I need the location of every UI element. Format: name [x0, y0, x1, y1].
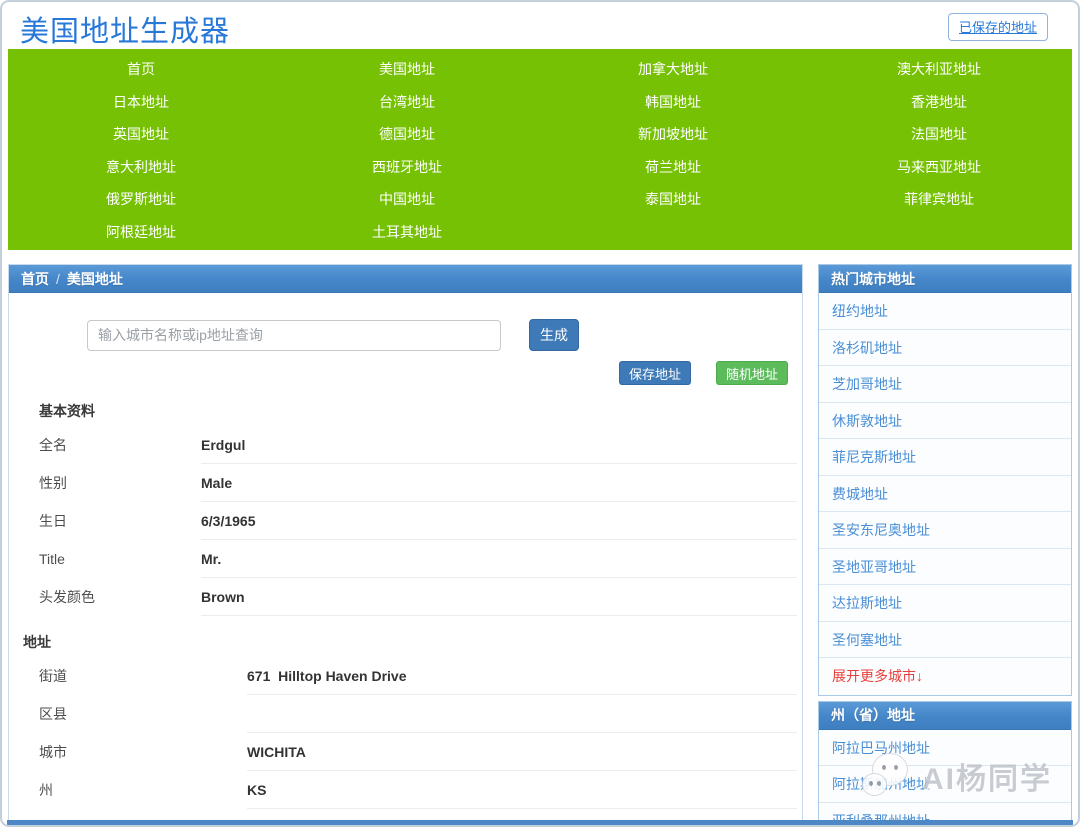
field-row-fullname: 全名 Erdgul [9, 426, 802, 464]
nav-item-argentina[interactable]: 阿根廷地址 [8, 222, 274, 242]
main-panel: 首页 / 美国地址 生成 保存地址 随机地址 基本资料 全名 Erdgul 性别… [8, 264, 803, 827]
search-row: 生成 [87, 319, 802, 351]
states-header: 州（省）地址 [819, 702, 1071, 730]
hot-cities-panel: 热门城市地址 纽约地址 洛杉矶地址 芝加哥地址 休斯敦地址 菲尼克斯地址 费城地… [818, 264, 1072, 696]
field-row-haircolor: 头发颜色 Brown [9, 578, 802, 616]
breadcrumb-separator: / [56, 271, 60, 287]
nav-item-spain[interactable]: 西班牙地址 [274, 157, 540, 177]
field-label: 性别 [9, 464, 201, 502]
site-header: 美国地址生成器 已保存的地址 [8, 2, 1072, 49]
sidebar-item-newyork[interactable]: 纽约地址 [819, 293, 1071, 330]
sidebar-item-losangeles[interactable]: 洛杉矶地址 [819, 330, 1071, 367]
sidebar: 热门城市地址 纽约地址 洛杉矶地址 芝加哥地址 休斯敦地址 菲尼克斯地址 费城地… [818, 264, 1072, 827]
main-nav: 首页 美国地址 加拿大地址 澳大利亚地址 日本地址 台湾地址 韩国地址 香港地址… [8, 49, 1072, 250]
states-panel: 州（省）地址 阿拉巴马州地址 阿拉斯加州地址 亚利桑那州地址 [818, 701, 1072, 827]
nav-item-italy[interactable]: 意大利地址 [8, 157, 274, 177]
sidebar-item-sandiego[interactable]: 圣地亚哥地址 [819, 549, 1071, 586]
nav-item-home[interactable]: 首页 [8, 59, 274, 79]
sidebar-item-philadelphia[interactable]: 费城地址 [819, 476, 1071, 513]
nav-item-australia[interactable]: 澳大利亚地址 [806, 59, 1072, 79]
footer-strip [7, 820, 1073, 825]
profile-section-title: 基本资料 [39, 400, 802, 422]
field-row-city: 城市 WICHITA [9, 733, 802, 771]
field-row-state: 州 KS [9, 771, 802, 809]
field-label: 区县 [9, 695, 247, 733]
field-value: Erdgul [201, 426, 797, 464]
field-row-gender: 性别 Male [9, 464, 802, 502]
nav-item-china[interactable]: 中国地址 [274, 189, 540, 209]
field-value: KS [247, 771, 797, 809]
sidebar-item-alabama[interactable]: 阿拉巴马州地址 [819, 730, 1071, 767]
nav-item-canada[interactable]: 加拿大地址 [540, 59, 806, 79]
field-label: 头发颜色 [9, 578, 201, 616]
nav-item-philippines[interactable]: 菲律宾地址 [806, 189, 1072, 209]
expand-more-cities-link[interactable]: 展开更多城市↓ [819, 658, 1071, 695]
sidebar-item-sanantonio[interactable]: 圣安东尼奥地址 [819, 512, 1071, 549]
nav-item-singapore[interactable]: 新加坡地址 [540, 124, 806, 144]
random-address-button[interactable]: 随机地址 [716, 361, 788, 385]
nav-item-netherlands[interactable]: 荷兰地址 [540, 157, 806, 177]
field-label: 生日 [9, 502, 201, 540]
field-value: Brown [201, 578, 797, 616]
sidebar-item-houston[interactable]: 休斯敦地址 [819, 403, 1071, 440]
nav-item-taiwan[interactable]: 台湾地址 [274, 92, 540, 112]
field-value [247, 695, 797, 733]
nav-item-korea[interactable]: 韩国地址 [540, 92, 806, 112]
nav-item-us[interactable]: 美国地址 [274, 59, 540, 79]
sidebar-item-sanjose[interactable]: 圣何塞地址 [819, 622, 1071, 659]
save-address-button[interactable]: 保存地址 [619, 361, 691, 385]
field-label: 全名 [9, 426, 201, 464]
breadcrumb: 首页 / 美国地址 [9, 265, 802, 293]
saved-addresses-button[interactable]: 已保存的地址 [948, 13, 1048, 41]
sidebar-item-chicago[interactable]: 芝加哥地址 [819, 366, 1071, 403]
field-row-street: 街道 671 Hilltop Haven Drive [9, 657, 802, 695]
nav-item-thailand[interactable]: 泰国地址 [540, 189, 806, 209]
hot-cities-header: 热门城市地址 [819, 265, 1071, 293]
search-input[interactable] [87, 320, 501, 351]
field-value: 671 Hilltop Haven Drive [247, 657, 797, 695]
generate-button[interactable]: 生成 [529, 319, 579, 351]
field-value: WICHITA [247, 733, 797, 771]
field-label: Title [9, 540, 201, 578]
nav-item-france[interactable]: 法国地址 [806, 124, 1072, 144]
field-label: 城市 [9, 733, 247, 771]
field-value: 6/3/1965 [201, 502, 797, 540]
page: 美国地址生成器 已保存的地址 首页 美国地址 加拿大地址 澳大利亚地址 日本地址… [0, 0, 1080, 827]
field-value: Mr. [201, 540, 797, 578]
nav-item-uk[interactable]: 英国地址 [8, 124, 274, 144]
address-section-title: 地址 [23, 631, 802, 653]
sidebar-item-phoenix[interactable]: 菲尼克斯地址 [819, 439, 1071, 476]
nav-item-russia[interactable]: 俄罗斯地址 [8, 189, 274, 209]
breadcrumb-home-link[interactable]: 首页 [21, 269, 49, 289]
sidebar-item-dallas[interactable]: 达拉斯地址 [819, 585, 1071, 622]
field-label: 街道 [9, 657, 247, 695]
content: 首页 / 美国地址 生成 保存地址 随机地址 基本资料 全名 Erdgul 性别… [8, 264, 1072, 827]
field-value: Male [201, 464, 797, 502]
field-row-birthday: 生日 6/3/1965 [9, 502, 802, 540]
nav-item-hongkong[interactable]: 香港地址 [806, 92, 1072, 112]
action-row: 保存地址 随机地址 [9, 361, 802, 385]
site-title: 美国地址生成器 [20, 8, 230, 50]
sidebar-item-alaska[interactable]: 阿拉斯加州地址 [819, 766, 1071, 803]
nav-item-japan[interactable]: 日本地址 [8, 92, 274, 112]
field-row-title: Title Mr. [9, 540, 802, 578]
field-row-district: 区县 [9, 695, 802, 733]
nav-item-germany[interactable]: 德国地址 [274, 124, 540, 144]
breadcrumb-current[interactable]: 美国地址 [67, 269, 123, 289]
nav-item-turkey[interactable]: 土耳其地址 [274, 222, 540, 242]
nav-item-malaysia[interactable]: 马来西亚地址 [806, 157, 1072, 177]
field-label: 州 [9, 771, 247, 809]
